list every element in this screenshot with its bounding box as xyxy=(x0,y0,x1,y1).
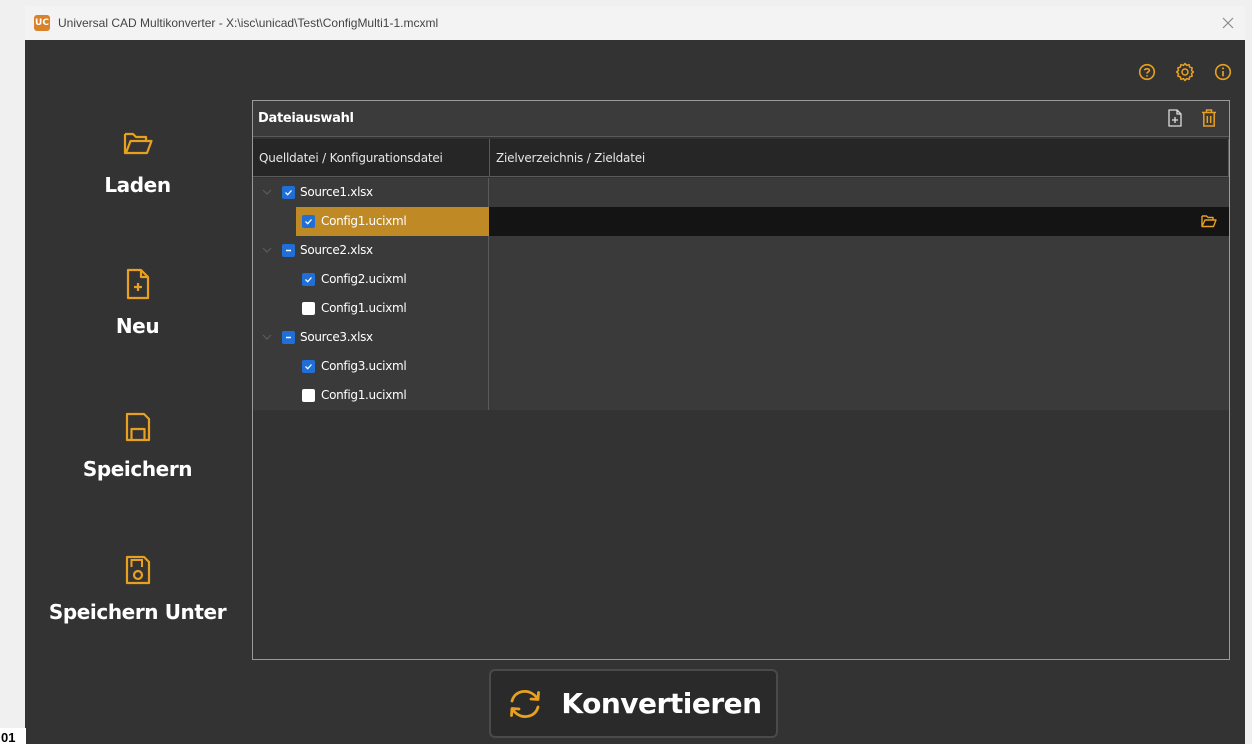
checkbox-config1[interactable] xyxy=(302,215,315,228)
add-file-button[interactable] xyxy=(1165,107,1185,129)
tree-item-label: Source3.xlsx xyxy=(300,330,373,344)
tree-item-label: Config1.ucixml xyxy=(321,214,407,228)
indeterminate-icon xyxy=(286,336,291,339)
chevron-down-icon[interactable] xyxy=(261,244,273,256)
info-icon xyxy=(1214,63,1232,81)
new-file-icon xyxy=(123,267,153,301)
target-cell[interactable] xyxy=(489,381,1229,410)
delete-button[interactable] xyxy=(1199,107,1219,129)
convert-label: Konvertieren xyxy=(561,687,762,720)
load-button[interactable]: Laden xyxy=(25,126,250,197)
panel-header: Dateiauswahl xyxy=(253,101,1229,137)
tree-item-label: Config1.ucixml xyxy=(321,388,407,402)
file-selection-panel: Dateiauswahl Quelldatei / Konfigurations… xyxy=(252,100,1230,660)
save-icon xyxy=(123,410,153,444)
check-icon xyxy=(305,277,312,283)
tree-item-label: Config2.ucixml xyxy=(321,272,407,286)
checkbox-source2[interactable] xyxy=(282,244,295,257)
top-toolbar xyxy=(1137,62,1233,82)
checkbox-config1c[interactable] xyxy=(302,389,315,402)
app-window: UC Universal CAD Multikonverter - X:\isc… xyxy=(25,6,1245,744)
indeterminate-icon xyxy=(286,249,291,252)
settings-button[interactable] xyxy=(1175,62,1195,82)
target-cell[interactable] xyxy=(489,352,1229,381)
check-icon xyxy=(305,364,312,370)
add-file-icon xyxy=(1168,109,1182,127)
save-as-label: Speichern Unter xyxy=(48,600,227,624)
info-button[interactable] xyxy=(1213,62,1233,82)
tree-item-label: Source1.xlsx xyxy=(300,185,373,199)
refresh-icon xyxy=(510,689,541,718)
checkbox-source3[interactable] xyxy=(282,331,295,344)
chevron-down-icon[interactable] xyxy=(261,186,273,198)
target-cell[interactable] xyxy=(489,207,1229,236)
tree-row-source1[interactable]: Source1.xlsx xyxy=(253,178,1229,207)
save-button[interactable]: Speichern xyxy=(25,410,250,481)
corner-tag: 01 xyxy=(0,728,26,744)
chevron-down-icon[interactable] xyxy=(261,331,273,343)
save-as-button[interactable]: Speichern Unter xyxy=(25,553,250,624)
target-cell[interactable] xyxy=(489,323,1229,352)
check-icon xyxy=(285,190,292,196)
new-button[interactable]: Neu xyxy=(25,267,250,338)
target-cell[interactable] xyxy=(489,236,1229,265)
close-icon xyxy=(1222,17,1234,29)
title-bar: UC Universal CAD Multikonverter - X:\isc… xyxy=(25,6,1245,40)
settings-icon xyxy=(1175,62,1195,82)
save-label: Speichern xyxy=(82,457,193,481)
column-header-source[interactable]: Quelldatei / Konfigurationsdatei xyxy=(253,139,490,177)
trash-icon xyxy=(1202,109,1216,127)
tree-item-label: Config3.ucixml xyxy=(321,359,407,373)
tree-row-source3[interactable]: Source3.xlsx xyxy=(253,323,1229,352)
target-cell[interactable] xyxy=(489,265,1229,294)
column-header-target[interactable]: Zielverzeichnis / Zieldatei xyxy=(490,139,1229,177)
convert-button[interactable]: Konvertieren xyxy=(489,669,778,738)
checkbox-config3[interactable] xyxy=(302,360,315,373)
tree-row-config3[interactable]: Config3.ucixml xyxy=(253,352,1229,381)
save-as-icon xyxy=(123,553,153,587)
target-cell[interactable] xyxy=(489,178,1229,207)
close-button[interactable] xyxy=(1217,12,1239,34)
file-tree: Source1.xlsx Config1.ucixml Source2.xlsx… xyxy=(253,178,1229,410)
tree-row-source2[interactable]: Source2.xlsx xyxy=(253,236,1229,265)
tree-row-config2[interactable]: Config2.ucixml xyxy=(253,265,1229,294)
tree-row-config1-selected[interactable]: Config1.ucixml xyxy=(253,207,1229,236)
app-logo-icon: UC xyxy=(34,15,50,31)
checkbox-config1b[interactable] xyxy=(302,302,315,315)
checkbox-source1[interactable] xyxy=(282,186,295,199)
panel-title: Dateiauswahl xyxy=(258,111,354,126)
help-icon xyxy=(1138,63,1156,81)
window-title: Universal CAD Multikonverter - X:\isc\un… xyxy=(58,16,439,30)
help-button[interactable] xyxy=(1137,62,1157,82)
check-icon xyxy=(305,219,312,225)
checkbox-config2[interactable] xyxy=(302,273,315,286)
tree-item-label: Source2.xlsx xyxy=(300,243,373,257)
tree-row-config1b[interactable]: Config1.ucixml xyxy=(253,294,1229,323)
target-cell[interactable] xyxy=(489,294,1229,323)
folder-open-icon xyxy=(123,126,153,160)
folder-icon[interactable] xyxy=(1201,214,1217,228)
new-label: Neu xyxy=(115,314,160,338)
tree-row-config1c[interactable]: Config1.ucixml xyxy=(253,381,1229,410)
load-label: Laden xyxy=(104,173,171,197)
tree-item-label: Config1.ucixml xyxy=(321,301,407,315)
